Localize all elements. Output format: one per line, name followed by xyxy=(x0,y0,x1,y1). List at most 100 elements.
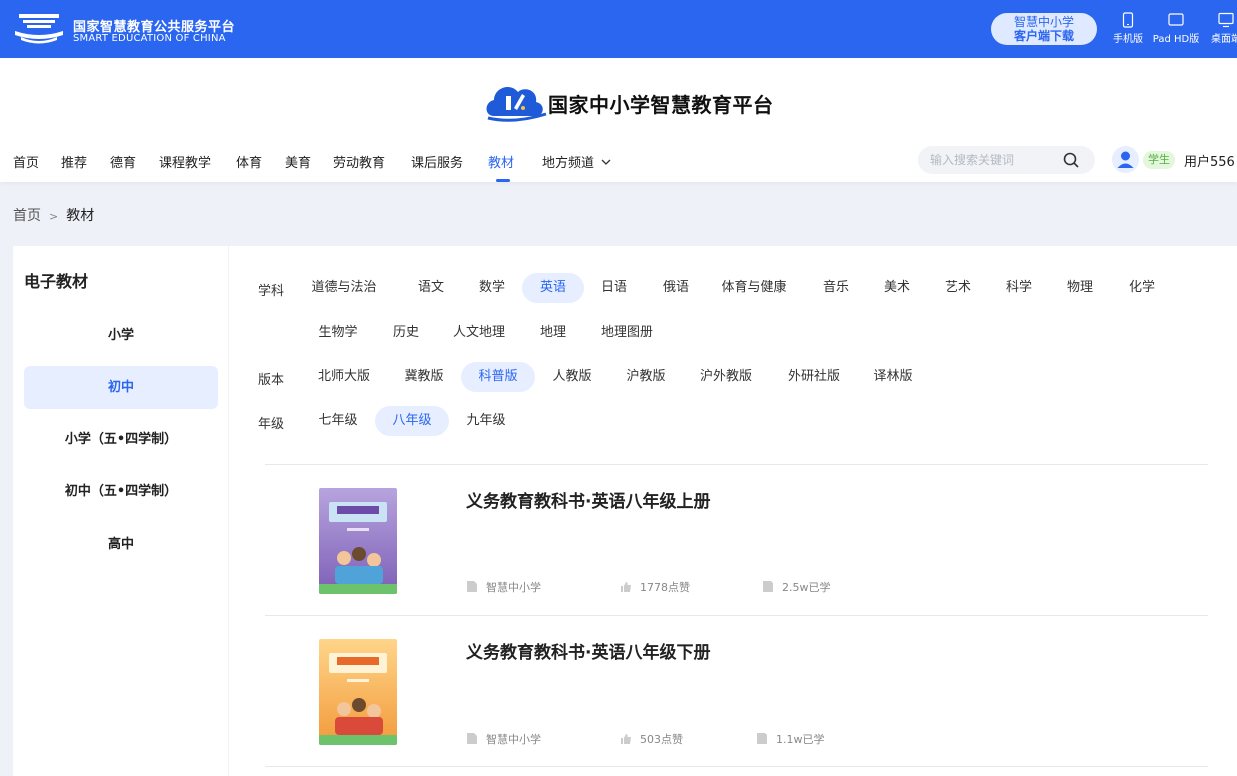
subject-option[interactable]: 美术 xyxy=(875,273,919,303)
top-bar: 国家智慧教育公共服务平台 SMART EDUCATION OF CHINA 智慧… xyxy=(0,0,1237,58)
subject-option[interactable]: 历史 xyxy=(384,318,428,348)
sidebar-item-senior[interactable]: 高中 xyxy=(24,523,218,566)
download-line1: 智慧中小学 xyxy=(1013,15,1074,29)
nav-item-textbook[interactable]: 教材 xyxy=(488,152,514,171)
subject-option[interactable]: 人文地理 xyxy=(448,318,510,348)
thumbs-up-icon xyxy=(621,582,631,592)
logo-subtitle: SMART EDUCATION OF CHINA xyxy=(73,33,226,44)
study-record-icon xyxy=(763,581,773,592)
sidebar-title: 电子教材 xyxy=(24,272,89,291)
breadcrumb-home[interactable]: 首页 xyxy=(13,208,41,224)
edition-option[interactable]: 科普版 xyxy=(461,362,535,392)
subject-option[interactable]: 体育与健康 xyxy=(718,273,790,303)
subject-option[interactable]: 英语 xyxy=(522,273,584,303)
edition-option[interactable]: 沪教版 xyxy=(619,362,673,392)
sidebar-item-primary[interactable]: 小学 xyxy=(24,314,218,357)
book-title[interactable]: 义务教育教科书·英语八年级上册 xyxy=(466,487,710,512)
brand-logo-icon xyxy=(486,86,547,122)
book-learned: 1.1w已学 xyxy=(756,731,825,747)
subject-option[interactable]: 地理 xyxy=(531,318,575,348)
edition-option[interactable]: 沪外教版 xyxy=(691,362,761,392)
device-desktop[interactable]: 桌面端 xyxy=(1206,12,1237,45)
phone-icon xyxy=(1122,12,1134,28)
client-download-button[interactable]: 智慧中小学 客户端下载 xyxy=(991,13,1097,45)
brand-title: 国家中小学智慧教育平台 xyxy=(548,93,774,117)
search-box[interactable] xyxy=(918,146,1095,174)
subject-option[interactable]: 道德与法治 xyxy=(309,273,379,303)
breadcrumb-separator: > xyxy=(49,210,59,223)
user-name[interactable]: 用户556 xyxy=(1184,151,1235,170)
subject-option[interactable]: 俄语 xyxy=(654,273,698,303)
grade-option[interactable]: 八年级 xyxy=(375,406,449,436)
grade-option[interactable]: 九年级 xyxy=(459,406,513,436)
book-publisher: 智慧中小学 xyxy=(466,731,541,747)
subject-option[interactable]: 数学 xyxy=(470,273,514,303)
subject-option[interactable]: 日语 xyxy=(592,273,636,303)
nav-item-local[interactable]: 地方频道 xyxy=(542,152,611,171)
book-likes: 503点赞 xyxy=(620,731,683,747)
book-likes-label: 503点赞 xyxy=(640,733,683,746)
desktop-icon xyxy=(1218,12,1234,28)
sidebar-item-primary-54[interactable]: 小学（五•四学制） xyxy=(24,418,218,461)
book-cover-illustration-icon xyxy=(319,653,397,745)
nav-item-moral[interactable]: 德育 xyxy=(110,152,136,171)
search-icon[interactable] xyxy=(1063,152,1079,168)
search-input[interactable] xyxy=(930,151,1058,169)
book-title[interactable]: 义务教育教科书·英语八年级下册 xyxy=(466,638,710,663)
divider xyxy=(265,615,1208,616)
textbook-main-panel: 学科 道德与法治 语文 数学 英语 日语 俄语 体育与健康 音乐 美术 艺术 科… xyxy=(229,246,1237,776)
book-publisher-label: 智慧中小学 xyxy=(486,581,541,594)
textbook-sidebar: 电子教材 小学 初中 小学（五•四学制） 初中（五•四学制） 高中 xyxy=(13,246,228,776)
grade-option[interactable]: 七年级 xyxy=(311,406,365,436)
book-cover[interactable] xyxy=(319,639,397,745)
breadcrumb-current: 教材 xyxy=(66,208,95,224)
subject-option[interactable]: 语文 xyxy=(409,273,453,303)
divider xyxy=(265,766,1208,767)
chevron-down-icon xyxy=(601,159,611,165)
edition-option[interactable]: 冀教版 xyxy=(399,362,449,392)
document-icon xyxy=(467,581,477,592)
edition-option[interactable]: 北师大版 xyxy=(309,362,379,392)
sidebar-item-junior-54[interactable]: 初中（五•四学制） xyxy=(24,470,218,513)
nav-active-indicator xyxy=(496,179,510,182)
subject-option[interactable]: 化学 xyxy=(1120,273,1164,303)
edition-option[interactable]: 译林版 xyxy=(866,362,920,392)
nav-item-local-label: 地方频道 xyxy=(542,156,595,171)
device-label: 桌面端 xyxy=(1211,34,1237,45)
book-likes-label: 1778点赞 xyxy=(640,581,690,594)
sidebar-item-junior[interactable]: 初中 xyxy=(24,366,218,409)
user-role-badge: 学生 xyxy=(1143,151,1175,169)
book-cover[interactable] xyxy=(319,488,397,594)
tablet-icon xyxy=(1168,13,1184,26)
thumbs-up-icon xyxy=(621,734,631,744)
subject-option[interactable]: 音乐 xyxy=(814,273,858,303)
device-label: Pad HD版 xyxy=(1152,34,1200,45)
main-header: 国家中小学智慧教育平台 首页 推荐 德育 课程教学 体育 美育 劳动教育 课后服… xyxy=(0,58,1237,182)
platform-logo-icon xyxy=(15,14,63,44)
nav-item-afterschool[interactable]: 课后服务 xyxy=(411,152,463,171)
nav-item-arts[interactable]: 美育 xyxy=(285,152,311,171)
subject-option[interactable]: 艺术 xyxy=(936,273,980,303)
book-learned-label: 2.5w已学 xyxy=(782,581,831,594)
device-pad[interactable]: Pad HD版 xyxy=(1149,12,1203,45)
subject-option[interactable]: 生物学 xyxy=(315,318,361,348)
avatar[interactable] xyxy=(1112,146,1139,173)
study-record-icon xyxy=(757,733,767,744)
device-phone[interactable]: 手机版 xyxy=(1111,12,1145,45)
book-publisher-label: 智慧中小学 xyxy=(486,733,541,746)
subject-option[interactable]: 地理图册 xyxy=(595,318,659,348)
book-learned: 2.5w已学 xyxy=(762,579,831,595)
subject-option[interactable]: 物理 xyxy=(1058,273,1102,303)
filter-label-grade: 年级 xyxy=(258,417,285,432)
edition-option[interactable]: 外研社版 xyxy=(779,362,849,392)
nav-item-home[interactable]: 首页 xyxy=(13,152,39,171)
filter-label-subject: 学科 xyxy=(258,284,285,299)
book-publisher: 智慧中小学 xyxy=(466,579,541,595)
nav-item-course[interactable]: 课程教学 xyxy=(159,152,211,171)
subject-option[interactable]: 科学 xyxy=(997,273,1041,303)
nav-item-labor[interactable]: 劳动教育 xyxy=(333,152,385,171)
user-avatar-icon xyxy=(1117,151,1134,168)
nav-item-sports[interactable]: 体育 xyxy=(236,152,262,171)
nav-item-recommend[interactable]: 推荐 xyxy=(61,152,87,171)
edition-option[interactable]: 人教版 xyxy=(545,362,599,392)
